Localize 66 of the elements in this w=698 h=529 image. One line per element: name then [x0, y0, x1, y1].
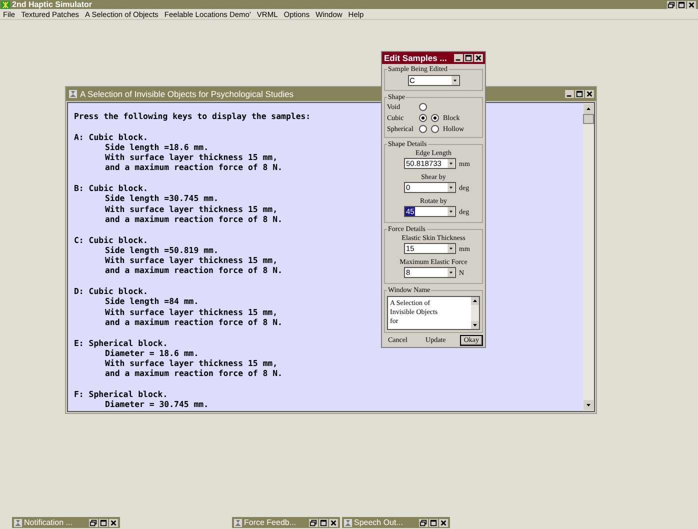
sample-heading: D: Cubic block. [74, 286, 148, 296]
restore-icon[interactable] [419, 518, 428, 526]
scroll-up-icon[interactable] [471, 297, 479, 305]
scroll-down-icon[interactable] [471, 321, 479, 329]
window-title: A Selection of Invisible Objects for Psychological Studies [80, 89, 294, 99]
radio-button[interactable] [431, 125, 439, 133]
sample-heading: F: Spherical block. [74, 389, 168, 400]
maximize-icon[interactable] [429, 518, 438, 526]
radio-button[interactable] [419, 103, 427, 111]
restore-icon[interactable] [309, 518, 318, 526]
sample-heading: B: Cubic block. [74, 183, 148, 194]
radio-button[interactable] [431, 114, 439, 122]
maximize-icon[interactable] [575, 90, 584, 98]
window-title: Notification ... [24, 518, 72, 527]
sample-detail: Side length =30.745 mm. [104, 193, 218, 204]
app-icon [69, 90, 77, 98]
sample-detail: With surface layer thickness 15 mm, [104, 204, 278, 214]
close-icon[interactable] [109, 518, 118, 526]
minimize-icon[interactable] [454, 54, 463, 62]
sample-detail: and a maximum reaction force of 8 N. [104, 368, 282, 379]
scroll-down-icon[interactable] [583, 400, 594, 410]
close-icon[interactable] [439, 518, 448, 526]
maximize-icon[interactable] [464, 54, 473, 62]
app-icon [14, 518, 22, 526]
app-icon [234, 518, 242, 526]
minimize-icon[interactable] [565, 90, 574, 98]
close-icon[interactable] [474, 54, 483, 62]
sample-heading: A: Cubic block. [74, 132, 148, 142]
sample-heading: C: Cubic block. [74, 234, 148, 245]
sample-detail: Diameter = 30.745 mm. [104, 399, 209, 410]
sample-detail: With surface layer thickness 15 mm, [104, 152, 278, 162]
sample-heading: E: Spherical block. [74, 338, 168, 348]
maximize-icon[interactable] [319, 518, 328, 526]
radio-button[interactable] [419, 114, 427, 122]
window-title: 2nd Haptic Simulator [12, 0, 92, 9]
maximize-icon[interactable] [99, 518, 108, 526]
sample-detail: With surface layer thickness 15 mm, [104, 306, 278, 317]
sample-detail: Side length =50.819 mm. [104, 244, 218, 256]
minimized-window[interactable]: Force Feedb... [232, 517, 340, 528]
window-title: Force Feedb... [244, 518, 296, 527]
close-icon[interactable] [329, 518, 338, 526]
close-icon[interactable] [687, 0, 696, 8]
instruction-text: Press the following keys to display the samples: [74, 111, 311, 122]
dialog-title: Edit Samples ... [384, 53, 447, 63]
minimized-window[interactable]: Speech Out... [342, 517, 450, 528]
sample-detail: and a maximum reaction force of 8 N. [104, 214, 282, 224]
sample-detail: With surface layer thickness 15 mm, [104, 255, 278, 266]
minimized-window[interactable]: Notification ... [12, 517, 120, 528]
scroll-up-icon[interactable] [583, 104, 594, 114]
sample-detail: Diameter = 18.6 mm. [105, 348, 199, 358]
sample-detail: and a maximum reaction force of 8 N. [104, 316, 282, 328]
app-logo-icon [1, 0, 10, 8]
restore-icon[interactable] [667, 0, 676, 8]
sample-detail: and a maximum reaction force of 8 N. [104, 162, 282, 173]
sample-detail: and a maximum reaction force of 8 N. [104, 265, 282, 276]
window-title: Speech Out... [354, 518, 403, 527]
restore-icon[interactable] [89, 518, 98, 526]
scroll-thumb[interactable] [583, 114, 594, 124]
sample-detail: Side length =84 mm. [104, 296, 199, 307]
sample-detail: With surface layer thickness 15 mm, [104, 358, 278, 368]
app-icon [344, 518, 352, 526]
scrollbar[interactable] [583, 103, 594, 411]
close-icon[interactable] [585, 90, 594, 98]
maximize-icon[interactable] [677, 0, 686, 8]
radio-button[interactable] [419, 125, 427, 133]
sample-detail: Side length =18.6 mm. [104, 142, 209, 152]
